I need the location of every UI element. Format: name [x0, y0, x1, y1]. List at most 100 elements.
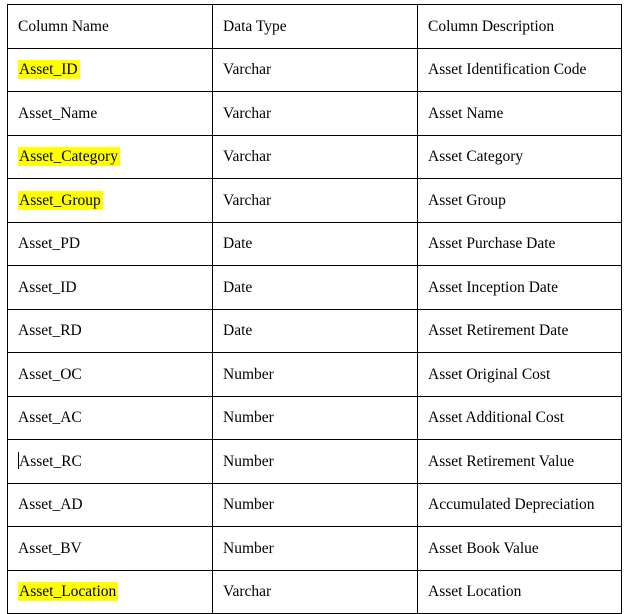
column-description-value: Asset Retirement Date [428, 322, 569, 340]
cell-data-type[interactable]: Varchar [212, 47, 418, 92]
header-cell-column-name: Column Name [7, 4, 213, 49]
cell-data-type[interactable]: Number [212, 395, 418, 440]
column-name-value: Asset_RC [19, 453, 82, 471]
column-name-highlighted: Asset_ID [18, 60, 80, 80]
column-description-value: Asset Category [428, 148, 524, 166]
cell-column-name[interactable]: Asset_RC [7, 439, 213, 484]
cell-column-description[interactable]: Asset Retirement Date [417, 308, 622, 353]
column-name-value: Asset_PD [18, 235, 81, 253]
data-type-value: Varchar [223, 583, 272, 601]
cell-data-type[interactable]: Varchar [212, 178, 418, 223]
column-description-value: Asset Book Value [428, 539, 539, 557]
document-page: Column Name Data Type Column Description… [0, 0, 630, 614]
column-description-value: Accumulated Depreciation [428, 496, 595, 514]
cell-data-type[interactable]: Date [212, 308, 418, 353]
column-description-value: Asset Original Cost [428, 365, 551, 383]
column-description-value: Asset Group [428, 191, 506, 209]
cell-data-type[interactable]: Number [212, 439, 418, 484]
cell-column-description[interactable]: Asset Book Value [417, 526, 622, 571]
cell-column-name[interactable]: Asset_AC [7, 395, 213, 440]
column-description-value: Asset Retirement Value [428, 452, 575, 470]
cell-column-description[interactable]: Asset Additional Cost [417, 395, 622, 440]
column-description-value: Asset Additional Cost [428, 409, 565, 427]
header-cell-data-type: Data Type [212, 4, 418, 49]
cell-column-name[interactable]: Asset_Group [7, 178, 213, 223]
data-type-value: Number [223, 496, 274, 514]
cell-data-type[interactable]: Number [212, 352, 418, 397]
asset-data-dictionary-table: Column Name Data Type Column Description… [7, 4, 622, 614]
cell-column-name[interactable]: Asset_ID [7, 47, 213, 92]
table-header: Column Name Data Type Column Description [7, 4, 622, 49]
column-description-value: Asset Identification Code [428, 61, 587, 79]
cell-column-description[interactable]: Accumulated Depreciation [417, 482, 622, 527]
cell-data-type[interactable]: Varchar [212, 134, 418, 179]
cell-column-name[interactable]: Asset_PD [7, 221, 213, 266]
column-name-value: Asset_AC [18, 409, 82, 427]
table-row: Asset_RC Number Asset Retirement Value [7, 439, 622, 484]
column-name-highlighted: Asset_Location [18, 582, 119, 602]
cell-column-description[interactable]: Asset Original Cost [417, 352, 622, 397]
table-body: Asset_ID Varchar Asset Identification Code… [7, 47, 622, 614]
cell-column-name[interactable]: Asset_BV [7, 526, 213, 571]
column-description-value: Asset Inception Date [428, 278, 558, 296]
data-type-value: Number [223, 365, 274, 383]
table-row: Asset_PD Date Asset Purchase Date [7, 221, 622, 266]
data-type-value: Number [223, 409, 274, 427]
cell-column-name[interactable]: Asset_Name [7, 91, 213, 136]
cell-column-description[interactable]: Asset Inception Date [417, 265, 622, 310]
cell-column-description[interactable]: Asset Category [417, 134, 622, 179]
cell-column-description[interactable]: Asset Purchase Date [417, 221, 622, 266]
data-type-value: Date [223, 235, 253, 253]
column-name-value: Asset_ID [18, 278, 77, 296]
cell-column-name[interactable]: Asset_Category [7, 134, 213, 179]
data-type-value: Date [223, 322, 253, 340]
cell-column-description[interactable]: Asset Retirement Value [417, 439, 622, 484]
header-label-column-description: Column Description [428, 17, 555, 35]
table-row: Asset_AD Number Accumulated Depreciation [7, 482, 622, 527]
cell-column-description[interactable]: Asset Location [417, 569, 622, 614]
column-name-value: Asset_Name [18, 104, 98, 122]
column-name-value: Asset_BV [18, 539, 82, 557]
data-type-value: Varchar [223, 61, 272, 79]
table-row: Asset_Category Varchar Asset Category [7, 134, 622, 179]
table-row: Asset_Name Varchar Asset Name [7, 91, 622, 136]
table-row: Asset_AC Number Asset Additional Cost [7, 395, 622, 440]
data-type-value: Varchar [223, 104, 272, 122]
column-name-highlighted: Asset_Category [18, 147, 121, 167]
data-type-value: Number [223, 539, 274, 557]
data-type-value: Varchar [223, 191, 272, 209]
cell-column-description[interactable]: Asset Group [417, 178, 622, 223]
cell-column-name[interactable]: Asset_RD [7, 308, 213, 353]
table-row: Asset_ID Date Asset Inception Date [7, 265, 622, 310]
table-row: Asset_Group Varchar Asset Group [7, 178, 622, 223]
cell-column-name[interactable]: Asset_OC [7, 352, 213, 397]
column-description-value: Asset Name [428, 104, 504, 122]
header-label-data-type: Data Type [223, 17, 287, 35]
cell-data-type[interactable]: Varchar [212, 569, 418, 614]
column-name-value: Asset_AD [18, 496, 83, 514]
column-name-highlighted: Asset_Group [18, 190, 103, 210]
header-label-column-name: Column Name [18, 17, 109, 35]
column-name-value: Asset_OC [18, 365, 82, 383]
cell-data-type[interactable]: Date [212, 221, 418, 266]
table-row: Asset_RD Date Asset Retirement Date [7, 308, 622, 353]
column-description-value: Asset Location [428, 583, 522, 601]
cell-data-type[interactable]: Number [212, 482, 418, 527]
cell-data-type[interactable]: Number [212, 526, 418, 571]
cell-column-name[interactable]: Asset_ID [7, 265, 213, 310]
table-row: Asset_Location Varchar Asset Location [7, 569, 622, 614]
header-cell-column-description: Column Description [417, 4, 622, 49]
data-type-value: Varchar [223, 148, 272, 166]
table-row: Asset_ID Varchar Asset Identification Code [7, 47, 622, 92]
column-name-value: Asset_RD [18, 322, 82, 340]
cell-data-type[interactable]: Varchar [212, 91, 418, 136]
cell-column-description[interactable]: Asset Name [417, 91, 622, 136]
table-header-row: Column Name Data Type Column Description [7, 4, 622, 49]
cell-column-name[interactable]: Asset_AD [7, 482, 213, 527]
table-row: Asset_OC Number Asset Original Cost [7, 352, 622, 397]
cell-column-description[interactable]: Asset Identification Code [417, 47, 622, 92]
cell-data-type[interactable]: Date [212, 265, 418, 310]
data-type-value: Date [223, 278, 253, 296]
table-row: Asset_BV Number Asset Book Value [7, 526, 622, 571]
cell-column-name[interactable]: Asset_Location [7, 569, 213, 614]
